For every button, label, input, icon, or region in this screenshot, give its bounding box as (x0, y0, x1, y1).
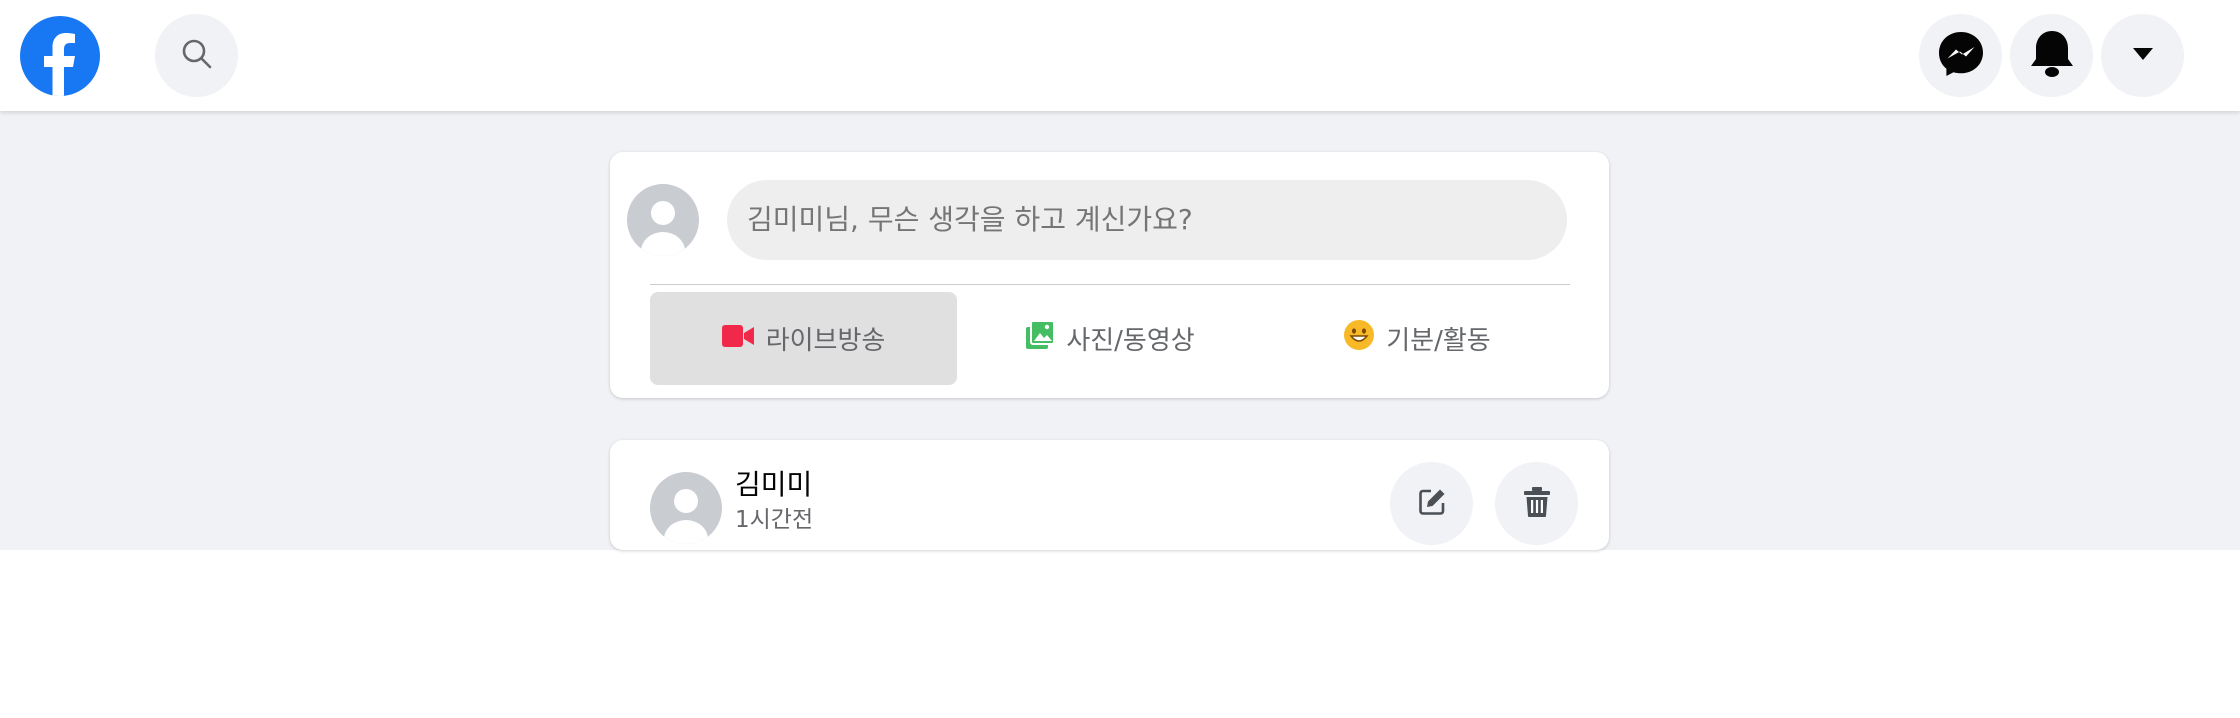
live-video-label: 라이브방송 (765, 326, 886, 356)
photo-video-button[interactable]: 사진/동영상 (957, 292, 1264, 385)
feed-area: 라이브방송 사진/동영상 기 (0, 111, 2240, 550)
delete-post-button[interactable] (1495, 462, 1578, 545)
video-camera-icon (721, 324, 754, 354)
edit-icon (1417, 487, 1447, 521)
photo-icon (1026, 320, 1056, 356)
post-timestamp[interactable]: 1시간전 (735, 500, 813, 534)
top-navigation-bar (0, 0, 2240, 111)
feeling-activity-button[interactable]: 기분/활동 (1264, 292, 1571, 385)
account-menu-button[interactable] (2101, 14, 2184, 97)
user-avatar[interactable] (627, 184, 699, 256)
messenger-icon (1936, 29, 1986, 83)
edit-post-button[interactable] (1390, 462, 1473, 545)
feeling-activity-label: 기분/활동 (1386, 326, 1491, 356)
search-button[interactable] (155, 14, 238, 97)
bell-icon (2028, 28, 2076, 84)
facebook-logo-icon[interactable] (20, 16, 100, 96)
smiley-icon (1344, 320, 1375, 357)
notifications-button[interactable] (2010, 14, 2093, 97)
post-card: 김미미 1시간전 (610, 440, 1609, 550)
photo-video-label: 사진/동영상 (1066, 326, 1195, 356)
caret-down-icon (2132, 46, 2154, 65)
live-video-button[interactable]: 라이브방송 (650, 292, 957, 385)
whats-on-your-mind-input[interactable] (727, 180, 1567, 260)
trash-icon (1523, 486, 1550, 521)
messenger-button[interactable] (1919, 14, 2002, 97)
composer-divider (650, 284, 1570, 285)
post-author-name[interactable]: 김미미 (735, 463, 812, 503)
post-composer-card: 라이브방송 사진/동영상 기 (610, 152, 1609, 398)
post-author-avatar[interactable] (650, 472, 722, 544)
search-icon (180, 37, 214, 75)
